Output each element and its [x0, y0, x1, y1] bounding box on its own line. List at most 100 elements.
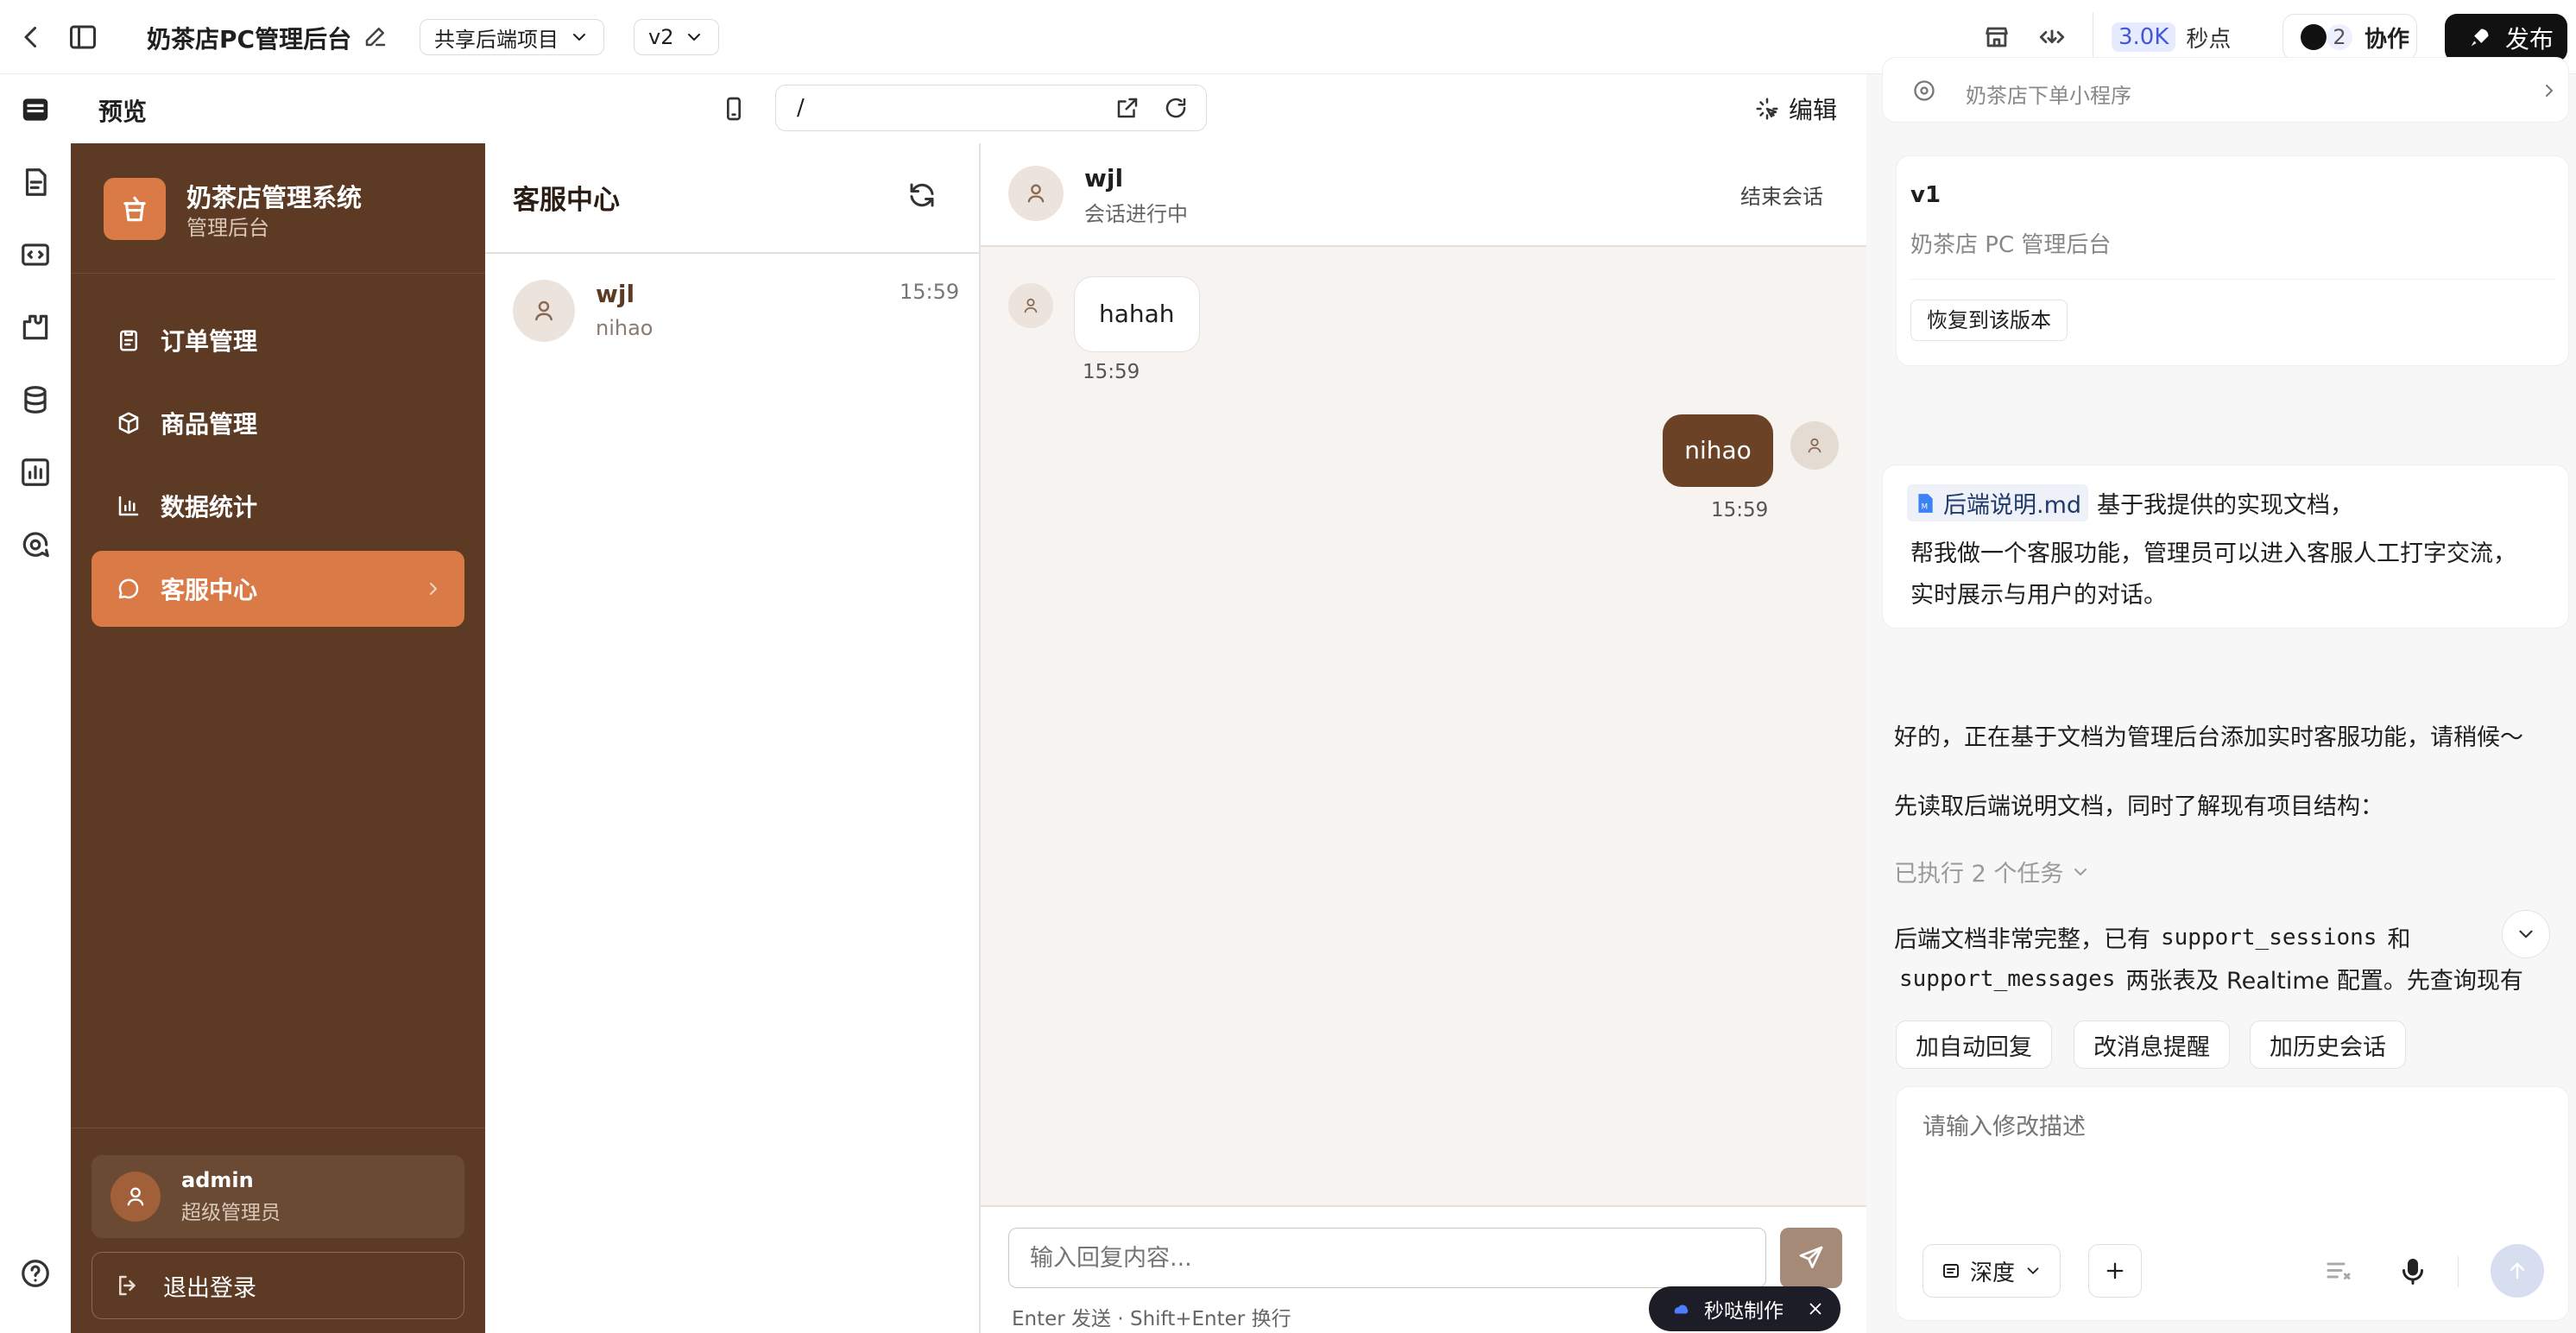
- add-attachment-button[interactable]: [2088, 1244, 2142, 1298]
- chat-bubble-icon: [118, 578, 139, 599]
- prompt-list-icon[interactable]: [2323, 1256, 2354, 1287]
- avatar: [1008, 283, 1053, 328]
- user-icon: [1024, 298, 1038, 313]
- plus-icon: [2106, 1262, 2124, 1279]
- scroll-down-button[interactable]: [2502, 910, 2550, 958]
- version-number: v1: [1910, 182, 1941, 208]
- plugin-icon[interactable]: [19, 311, 52, 344]
- badge-label: 秒哒制作: [1704, 1300, 1784, 1323]
- user-icon: [127, 1187, 144, 1206]
- suggestion-chip[interactable]: 加自动回复: [1896, 1020, 2052, 1069]
- end-session-button[interactable]: 结束会话: [1740, 180, 1823, 210]
- refresh-icon[interactable]: [1163, 95, 1189, 121]
- message-bubble-admin: nihao: [1663, 414, 1773, 487]
- logout-label: 退出登录: [163, 1274, 256, 1302]
- url-text: /: [797, 95, 805, 121]
- chevron-down-icon: [2519, 930, 2533, 938]
- chat-panel: wjl 会话进行中 结束会话 hahah 15:59 nihao 15:59 E…: [981, 143, 1866, 1333]
- conversation-name: wjl: [596, 280, 635, 308]
- conversation-list-panel: 客服中心 wjl nihao 15:59: [485, 143, 981, 1333]
- preview-icon[interactable]: [19, 93, 52, 126]
- user-message-text: 实时展示与用户的对话。: [1910, 582, 2167, 609]
- database-icon[interactable]: [19, 383, 52, 416]
- prompt-input[interactable]: [1923, 1108, 2544, 1211]
- suggestion-chip[interactable]: 加历史会话: [2250, 1020, 2406, 1069]
- divider: [2093, 12, 2098, 62]
- version-label: v2: [648, 25, 674, 49]
- file-attachment[interactable]: M 后端说明.md: [1907, 484, 2089, 521]
- assistant-reply: 两张表及 Realtime 配置。先查询现有: [2125, 968, 2523, 995]
- send-button[interactable]: [1780, 1228, 1842, 1288]
- list-item[interactable]: wjl nihao 15:59: [485, 254, 979, 368]
- submit-prompt-button[interactable]: [2491, 1244, 2544, 1298]
- nav-item-products[interactable]: 商品管理: [92, 385, 464, 461]
- depth-dropdown[interactable]: 深度: [1923, 1244, 2061, 1298]
- backend-project-dropdown[interactable]: 共享后端项目: [420, 19, 604, 55]
- nav-item-orders[interactable]: 订单管理: [92, 302, 464, 378]
- assistant-reply: 和: [2387, 926, 2411, 953]
- store-icon[interactable]: [1982, 22, 2011, 52]
- edit-title-icon[interactable]: [363, 23, 388, 49]
- version-description: 奶茶店 PC 管理后台: [1910, 232, 2112, 258]
- credits-unit: 秒点: [2186, 26, 2232, 53]
- project-card[interactable]: 奶茶店下单小程序: [1882, 57, 2569, 123]
- sidebar-toggle-icon[interactable]: [67, 22, 98, 53]
- send-icon: [1799, 1246, 1823, 1268]
- external-link-icon[interactable]: [1114, 95, 1140, 121]
- divider: [2458, 1256, 2459, 1287]
- url-bar[interactable]: /: [775, 85, 1207, 131]
- app-sidebar: 奶茶店管理系统 管理后台 订单管理 商品管理 数据统计 客服中心 admin 超…: [71, 143, 485, 1333]
- chevron-down-icon: [688, 34, 701, 41]
- project-title: 奶茶店PC管理后台: [147, 25, 352, 54]
- message-time: 15:59: [1711, 499, 1769, 521]
- help-icon[interactable]: [19, 1257, 52, 1290]
- refresh-icon[interactable]: [906, 180, 938, 211]
- rocket-icon: [2471, 28, 2489, 47]
- tasks-toggle[interactable]: 已执行 2 个任务: [1894, 855, 2091, 888]
- mobile-view-icon[interactable]: [720, 95, 748, 123]
- back-icon[interactable]: [16, 22, 47, 53]
- microphone-icon[interactable]: [2397, 1256, 2428, 1287]
- depth-icon: [1943, 1264, 1959, 1278]
- document-icon[interactable]: [19, 166, 52, 199]
- version-dropdown[interactable]: v2: [634, 19, 720, 55]
- logout-icon: [119, 1275, 136, 1296]
- avatar: [110, 1172, 161, 1222]
- user-message-line1: M 后端说明.md 基于我提供的实现文档，: [1907, 484, 2353, 521]
- arrow-up-icon: [2510, 1262, 2525, 1279]
- edit-button[interactable]: 编辑: [1754, 92, 1837, 126]
- code-window-icon[interactable]: [19, 238, 52, 271]
- credits-display[interactable]: 3.0K 秒点: [2112, 21, 2231, 54]
- nav-item-statistics[interactable]: 数据统计: [92, 468, 464, 544]
- assistant-reply: 后端文档非常完整，已有: [1894, 926, 2150, 953]
- chat-user-name: wjl: [1084, 164, 1124, 193]
- analytics-icon[interactable]: [19, 456, 52, 489]
- suggestion-chip[interactable]: 改消息提醒: [2074, 1020, 2230, 1069]
- collab-button[interactable]: 2 协作: [2282, 14, 2417, 60]
- left-rail: [0, 74, 71, 1333]
- close-icon[interactable]: [1806, 1299, 1825, 1318]
- brand-title: 奶茶店管理系统: [186, 183, 363, 212]
- nav-label: 数据统计: [161, 493, 258, 521]
- publish-button[interactable]: 发布: [2445, 14, 2567, 62]
- avatar: [2301, 24, 2327, 50]
- ai-assistant-panel: 奶茶店下单小程序 v1 奶茶店 PC 管理后台 恢复到该版本 M 后端说明.md…: [1866, 57, 2576, 1333]
- tasks-label: 已执行 2 个任务: [1894, 861, 2064, 888]
- brand-subtitle: 管理后台: [186, 216, 269, 240]
- search-chat-icon[interactable]: [19, 528, 52, 561]
- collab-label: 协作: [2364, 26, 2410, 53]
- code-download-icon[interactable]: [2037, 22, 2067, 52]
- avatar: [1008, 166, 1064, 221]
- logout-button[interactable]: 退出登录: [92, 1252, 464, 1319]
- code-inline: support_messages: [1899, 965, 2116, 992]
- collab-count: 2: [2327, 24, 2352, 50]
- project-card-text: 奶茶店下单小程序: [1966, 84, 2131, 108]
- user-card[interactable]: admin 超级管理员: [92, 1155, 464, 1238]
- conversation-time: 15:59: [900, 280, 960, 304]
- reply-input[interactable]: [1008, 1228, 1766, 1288]
- nav-item-support[interactable]: 客服中心: [92, 551, 464, 627]
- restore-version-button[interactable]: 恢复到该版本: [1910, 300, 2068, 341]
- conversation-preview: nihao: [596, 316, 653, 340]
- made-with-badge[interactable]: 秒哒制作: [1649, 1286, 1840, 1331]
- code-inline: support_sessions: [2161, 924, 2377, 951]
